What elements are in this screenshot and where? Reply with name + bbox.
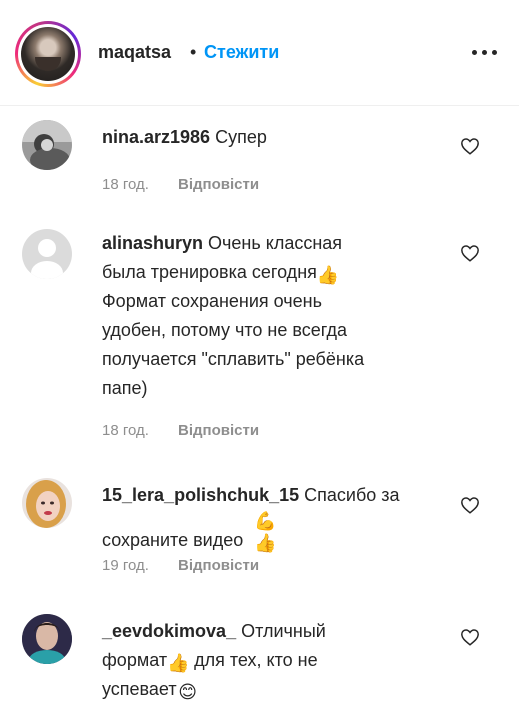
follow-button[interactable]: Стежити (204, 42, 279, 63)
commenter-avatar[interactable] (22, 229, 72, 279)
flexed-biceps-thumbs-up-icon: 💪👍 (254, 511, 277, 553)
owner-username[interactable]: maqatsa (98, 42, 171, 63)
commenter-avatar[interactable] (22, 120, 72, 170)
post-header: maqatsa • Стежити (0, 0, 519, 106)
comment-time: 18 год. (102, 176, 149, 193)
commenter-avatar[interactable] (22, 478, 72, 528)
comment-body-line: сохраните видео (102, 530, 244, 550)
like-heart-icon[interactable] (460, 628, 480, 646)
thumbs-up-icon: 👍 (167, 653, 190, 673)
owner-avatar-image (21, 27, 75, 81)
comment-text: 15_lera_polishchuk_15 Спасибо за сохрани… (102, 481, 452, 555)
comment-time: 18 год. (102, 422, 149, 439)
smiling-face-icon: 😊 (178, 682, 197, 702)
like-heart-icon[interactable] (460, 137, 480, 155)
comment-body-line: Очень классная (208, 233, 343, 253)
comment-body-line: Формат сохранения очень (102, 291, 322, 311)
comment-body-line: папе) (102, 378, 148, 398)
header-separator: • (190, 42, 197, 62)
comment-body-line: удобен, потому что не всегда (102, 320, 347, 340)
comment-username[interactable]: alinashuryn (102, 233, 203, 253)
comment-text: nina.arz1986 Супер (102, 123, 412, 152)
comment-body-line: Отличный (241, 621, 326, 641)
reply-button[interactable]: Відповісти (178, 176, 259, 193)
reply-button[interactable]: Відповісти (178, 557, 259, 574)
comment-username[interactable]: _eevdokimova_ (102, 621, 236, 641)
comment-username[interactable]: 15_lera_polishchuk_15 (102, 485, 299, 505)
comment-time: 19 год. (102, 557, 149, 574)
owner-avatar[interactable] (15, 21, 81, 87)
comment-body-line: Спасибо за (304, 485, 400, 505)
comment-text: alinashuryn Очень классная была трениров… (102, 229, 442, 403)
comment-body: Супер (215, 127, 267, 147)
more-dots-icon[interactable] (472, 50, 498, 56)
like-heart-icon[interactable] (460, 496, 480, 514)
commenter-avatar[interactable] (22, 614, 72, 664)
comment-body-line: была тренировка сегодня (102, 262, 317, 282)
comment-body-line: получается "сплавить" ребёнка (102, 349, 365, 369)
reply-button[interactable]: Відповісти (178, 422, 259, 439)
comment-body-line: для тех, кто не (189, 650, 318, 670)
comment-text: _eevdokimova_ Отличный формат👍 для тех, … (102, 617, 402, 704)
comment-username[interactable]: nina.arz1986 (102, 127, 210, 147)
comment-body-line: формат (102, 650, 168, 670)
like-heart-icon[interactable] (460, 244, 480, 262)
thumbs-up-icon: 👍 (316, 265, 340, 285)
comment-body-line: успевает (102, 679, 177, 699)
